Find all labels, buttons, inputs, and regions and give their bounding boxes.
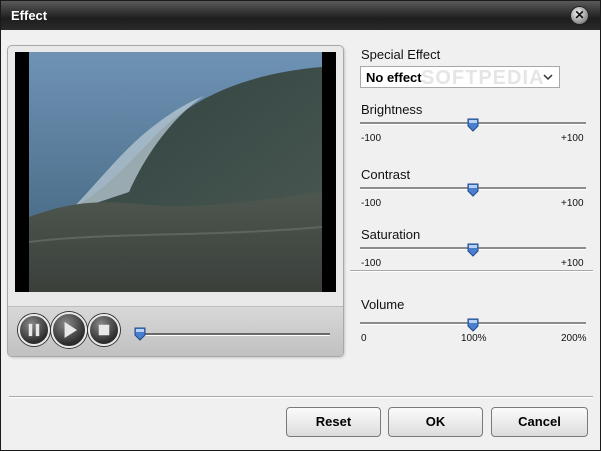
play-icon <box>64 322 77 338</box>
pause-button[interactable] <box>18 314 50 346</box>
saturation-slider-thumb[interactable] <box>467 243 479 257</box>
video-preview <box>15 52 336 292</box>
window-title: Effect <box>11 8 48 23</box>
seek-slider[interactable] <box>140 333 330 336</box>
saturation-label: Saturation <box>361 227 421 242</box>
video-frame-image <box>29 52 322 292</box>
brightness-min-label: -100 <box>361 133 382 144</box>
contrast-slider-thumb[interactable] <box>467 183 479 197</box>
playback-controls <box>8 306 343 356</box>
saturation-min-label: -100 <box>361 258 382 269</box>
seek-slider-thumb[interactable] <box>134 327 146 341</box>
effects-volume-divider <box>350 270 593 272</box>
stop-icon <box>98 324 110 336</box>
softpedia-watermark: SOFTPEDIA <box>421 67 545 89</box>
volume-min-label: 0 <box>361 333 367 344</box>
video-preview-panel <box>7 45 344 357</box>
brightness-slider-thumb[interactable] <box>467 118 479 132</box>
volume-max-label: 200% <box>561 333 587 344</box>
stop-button[interactable] <box>88 314 120 346</box>
volume-label: Volume <box>361 297 405 312</box>
contrast-label: Contrast <box>361 167 411 182</box>
cancel-button[interactable]: Cancel <box>491 407 588 437</box>
ok-button[interactable]: OK <box>388 407 483 437</box>
reset-button[interactable]: Reset <box>286 407 381 437</box>
pause-icon <box>28 323 40 337</box>
button-row-divider <box>9 396 593 398</box>
volume-slider-thumb[interactable] <box>467 318 479 332</box>
contrast-min-label: -100 <box>361 198 382 209</box>
close-button[interactable]: ✕ <box>570 6 589 25</box>
play-button[interactable] <box>51 312 87 348</box>
brightness-label: Brightness <box>361 102 423 117</box>
contrast-max-label: +100 <box>561 198 584 209</box>
brightness-max-label: +100 <box>561 133 584 144</box>
close-icon: ✕ <box>574 8 585 22</box>
title-bar[interactable]: Effect ✕ <box>1 1 600 30</box>
special-effect-label: Special Effect <box>361 47 441 62</box>
special-effect-value: No effect <box>366 70 422 85</box>
volume-mid-label: 100% <box>461 333 487 344</box>
saturation-max-label: +100 <box>561 258 584 269</box>
effect-dialog: Effect ✕ Special Effect No effect SOFTPE… <box>0 0 601 451</box>
